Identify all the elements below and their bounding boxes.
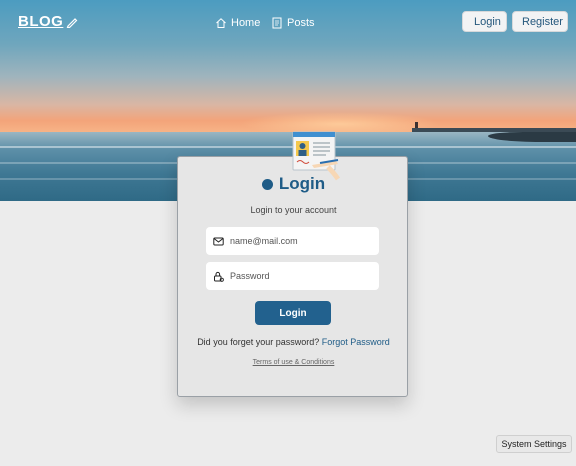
password-input[interactable] [230, 271, 370, 281]
home-icon [216, 18, 226, 28]
email-field[interactable] [206, 227, 379, 255]
email-input[interactable] [230, 236, 370, 246]
brand-logo[interactable]: BLOG [18, 13, 78, 30]
lock-icon [214, 271, 224, 282]
forgot-password-text: Did you forget your password? Forgot Pas… [178, 337, 409, 347]
terms-link[interactable]: Terms of use & Conditions [178, 359, 409, 366]
header-register-label: Register [522, 15, 563, 28]
pencil-icon [67, 17, 78, 28]
login-card: Login Login to your account Login Did yo… [177, 156, 408, 397]
login-submit-button[interactable]: Login [255, 301, 331, 325]
brand-text: BLOG [18, 13, 64, 30]
card-subtitle: Login to your account [250, 205, 337, 215]
header-login-button[interactable]: Login [462, 11, 507, 32]
nav-home[interactable]: Home [215, 17, 260, 29]
password-field[interactable] [206, 262, 379, 290]
nav-posts-label: Posts [287, 17, 315, 29]
mail-icon [213, 237, 224, 245]
wave [0, 146, 576, 148]
posts-icon [272, 17, 282, 29]
system-settings-button[interactable]: System Settings [496, 435, 572, 453]
header-login-label: Login [474, 15, 501, 28]
nav-home-label: Home [231, 17, 261, 29]
forgot-prompt: Did you forget your password? [197, 337, 320, 347]
nav-posts[interactable]: Posts [271, 17, 315, 29]
header-register-button[interactable]: Register [512, 11, 568, 32]
title-dot [261, 178, 273, 190]
forgot-password-link[interactable]: Forgot Password [322, 337, 390, 347]
login-illustration [292, 131, 340, 181]
